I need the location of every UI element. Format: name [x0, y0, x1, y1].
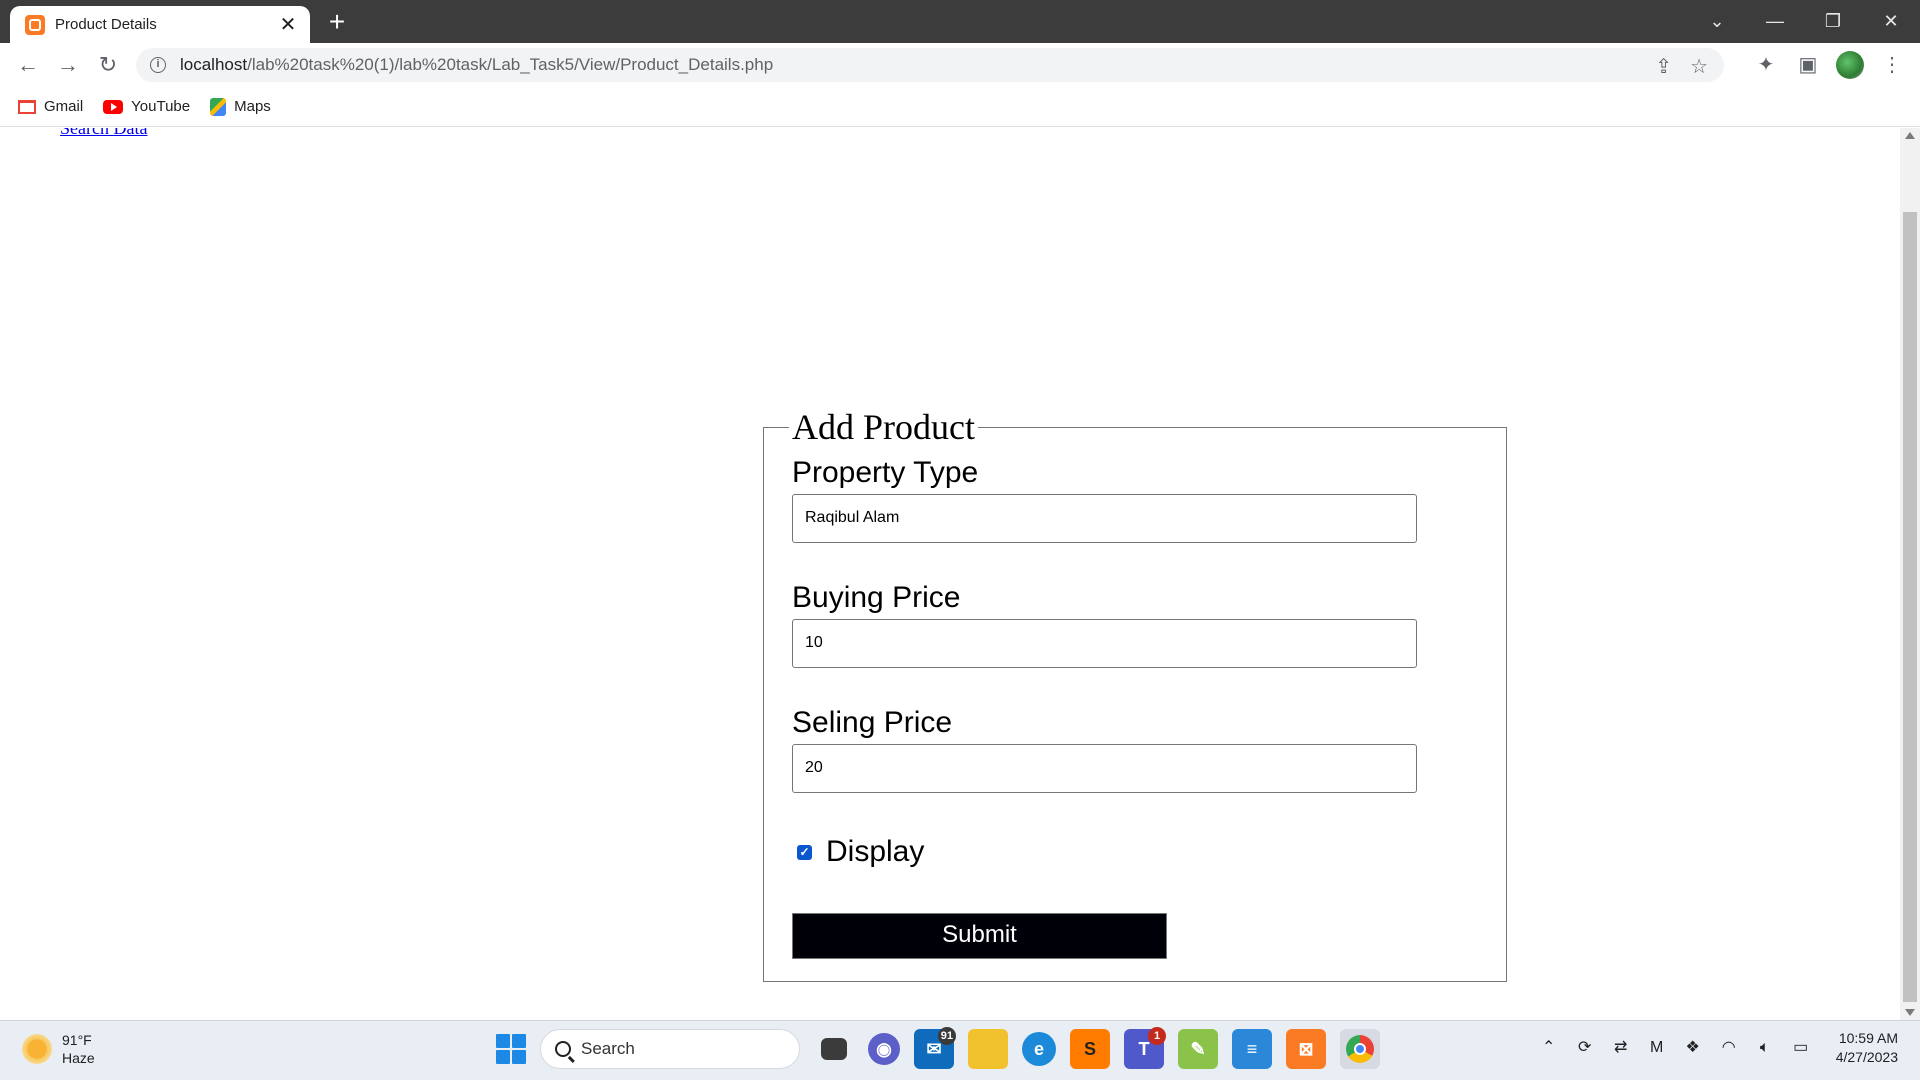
system-tray: ⌃ ⟳ ⇄ M ❖ ◠ 🔈︎ ▭ 10:59 AM 4/27/2023 — [1538, 1029, 1920, 1067]
teams-badge: 1 — [1148, 1027, 1166, 1045]
forward-arrow-icon[interactable]: → — [54, 51, 82, 79]
browser-tab-active[interactable]: Product Details ✕ — [10, 6, 310, 43]
clock-date: 4/27/2023 — [1835, 1049, 1898, 1065]
tab-search-chevron-icon[interactable]: ⌄ — [1688, 0, 1746, 43]
clock[interactable]: 10:59 AM 4/27/2023 — [1836, 1029, 1898, 1067]
address-bar[interactable]: i localhost/lab%20task%20(1)/lab%20task/… — [136, 48, 1724, 82]
clock-time: 10:59 AM — [1838, 1030, 1898, 1046]
bookmark-maps[interactable]: Maps — [210, 97, 271, 116]
bookmark-label: Gmail — [44, 98, 84, 115]
sync-icon[interactable]: ⟳ — [1574, 1037, 1596, 1059]
tab-close-icon[interactable]: ✕ — [276, 13, 300, 37]
gmail-icon — [18, 99, 36, 114]
haze-sun-icon — [22, 1034, 52, 1064]
scroll-up-arrow-icon[interactable] — [1905, 132, 1915, 139]
property-type-label: Property Type — [792, 456, 979, 489]
extensions-puzzle-icon[interactable]: ✦ — [1752, 51, 1780, 79]
profile-avatar[interactable] — [1836, 51, 1864, 79]
taskbar-search-label: Search — [581, 1039, 635, 1058]
new-tab-button[interactable]: + — [322, 8, 352, 38]
weather-desc: Haze — [62, 1050, 95, 1066]
browser-toolbar: ← → ↻ i localhost/lab%20task%20(1)/lab%2… — [0, 43, 1920, 87]
minimize-button[interactable]: — — [1746, 0, 1804, 43]
reload-icon[interactable]: ↻ — [94, 51, 122, 79]
restore-button[interactable]: ❐ — [1804, 0, 1862, 43]
scroll-thumb[interactable] — [1903, 212, 1917, 1002]
site-info-icon[interactable]: i — [150, 57, 166, 73]
volume-icon[interactable]: 🔈︎ — [1754, 1037, 1776, 1059]
teams-icon[interactable]: T1 — [1124, 1027, 1166, 1069]
wifi-icon[interactable]: ◠ — [1718, 1037, 1740, 1059]
paint-icon[interactable]: ✎ — [1178, 1029, 1218, 1069]
url-host: localhost — [180, 55, 248, 74]
weather-temp: 91°F — [62, 1032, 92, 1048]
buying-price-input[interactable]: 10 — [792, 619, 1417, 668]
file-explorer-icon[interactable] — [968, 1029, 1008, 1069]
scroll-down-arrow-icon[interactable] — [1905, 1009, 1915, 1016]
property-type-input[interactable]: Raqibul Alam — [792, 494, 1417, 543]
side-panel-icon[interactable]: ▣ — [1794, 51, 1822, 79]
edge-browser-icon[interactable]: e — [1022, 1032, 1056, 1066]
settings-sliders-icon[interactable]: ⇄ — [1610, 1037, 1632, 1059]
battery-icon[interactable]: ▭ — [1790, 1037, 1812, 1059]
bookmark-youtube[interactable]: YouTube — [103, 98, 190, 115]
back-arrow-icon[interactable]: ← — [14, 51, 42, 79]
tab-title: Product Details — [55, 16, 157, 33]
search-icon — [555, 1041, 571, 1057]
display-checkbox[interactable]: ✓ — [797, 844, 812, 860]
url-path: /lab%20task%20(1)/lab%20task/Lab_Task5/V… — [247, 55, 774, 74]
chrome-icon[interactable] — [1340, 1029, 1380, 1069]
page-viewport: Search Data Add Product Property Type Ra… — [0, 128, 1900, 1020]
page-scrollbar[interactable] — [1900, 128, 1920, 1020]
mail-badge: 91 — [937, 1027, 956, 1045]
display-label: Display — [826, 835, 925, 868]
bookmark-label: Maps — [234, 98, 271, 115]
app-tray-m-icon[interactable]: M — [1646, 1037, 1668, 1059]
search-data-link[interactable]: Search Data — [60, 128, 147, 139]
close-window-button[interactable]: ✕ — [1862, 0, 1920, 43]
window-controls: ⌄ — ❐ ✕ — [1688, 0, 1920, 43]
selling-price-input[interactable]: 20 — [792, 744, 1417, 793]
dropbox-icon[interactable]: ❖ — [1682, 1037, 1704, 1059]
task-view-icon[interactable] — [821, 1038, 847, 1060]
buying-price-label: Buying Price — [792, 581, 961, 614]
windows-start-icon[interactable] — [496, 1034, 526, 1064]
url-text: localhost/lab%20task%20(1)/lab%20task/La… — [180, 55, 773, 75]
xampp-favicon-icon — [25, 14, 45, 35]
taskbar-apps: Search ◉ ✉ 91 e S T1 ✎ ≡ ⊠ — [496, 1027, 1380, 1069]
selling-price-label: Seling Price — [792, 706, 953, 739]
share-icon[interactable]: ⇪ — [1655, 54, 1672, 79]
show-hidden-icons-chevron-icon[interactable]: ⌃ — [1538, 1037, 1560, 1059]
youtube-icon — [103, 99, 124, 114]
sublime-text-icon[interactable]: S — [1070, 1029, 1110, 1069]
bookmarks-bar: Gmail YouTube Maps — [0, 87, 1920, 127]
maps-icon — [210, 97, 227, 116]
weather-widget[interactable]: 91°F Haze — [22, 1031, 95, 1067]
display-option: ✓ Display — [797, 835, 1478, 869]
menu-kebab-icon[interactable]: ⋮ — [1878, 51, 1906, 79]
mail-icon[interactable]: ✉ 91 — [914, 1027, 956, 1069]
xampp-icon[interactable]: ⊠ — [1286, 1029, 1326, 1069]
taskbar-search[interactable]: Search — [540, 1029, 800, 1069]
add-product-form: Add Product Property Type Raqibul Alam B… — [763, 406, 1507, 982]
bookmark-label: YouTube — [131, 98, 191, 115]
browser-titlebar: Product Details ✕ + ⌄ — ❐ ✕ — [0, 0, 1920, 43]
windows-taskbar: 91°F Haze Search ◉ ✉ 91 e S T1 ✎ ≡ ⊠ ⌃ ⟳ … — [0, 1020, 1920, 1080]
notepad-icon[interactable]: ≡ — [1232, 1029, 1272, 1069]
form-legend: Add Product — [792, 407, 975, 447]
submit-button[interactable]: Submit — [792, 913, 1167, 959]
bookmark-star-icon[interactable]: ☆ — [1690, 54, 1708, 79]
chat-icon[interactable]: ◉ — [868, 1033, 900, 1065]
bookmark-gmail[interactable]: Gmail — [18, 98, 83, 115]
